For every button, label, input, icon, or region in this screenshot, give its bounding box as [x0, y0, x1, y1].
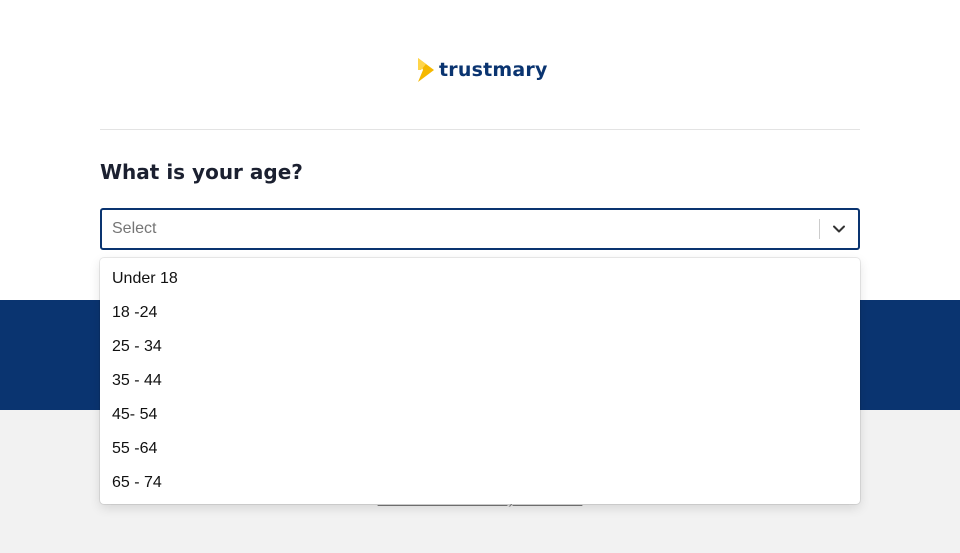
- option-18-24[interactable]: 18 -24: [100, 296, 860, 330]
- chevron-down-icon: [833, 225, 845, 233]
- option-65-74[interactable]: 65 - 74: [100, 466, 860, 500]
- option-under-18[interactable]: Under 18: [100, 262, 860, 296]
- trustmary-logo-mark-icon: [418, 58, 434, 82]
- trustmary-logo: trustmary: [417, 54, 548, 86]
- dropdown-toggle[interactable]: [820, 210, 858, 248]
- option-55-64[interactable]: 55 -64: [100, 432, 860, 466]
- age-options-menu: Under 18 18 -24 25 - 34 35 - 44 45- 54 5…: [100, 258, 860, 504]
- survey-page: trustmary Create a free NPS survey in 5 …: [0, 0, 960, 553]
- option-45-54[interactable]: 45- 54: [100, 398, 860, 432]
- option-35-44[interactable]: 35 - 44: [100, 364, 860, 398]
- option-25-34[interactable]: 25 - 34: [100, 330, 860, 364]
- age-select[interactable]: Select: [100, 208, 860, 250]
- question-title: What is your age?: [100, 160, 303, 184]
- logo-text: trustmary: [439, 59, 548, 81]
- select-placeholder: Select: [112, 220, 157, 237]
- header-divider: [100, 129, 860, 130]
